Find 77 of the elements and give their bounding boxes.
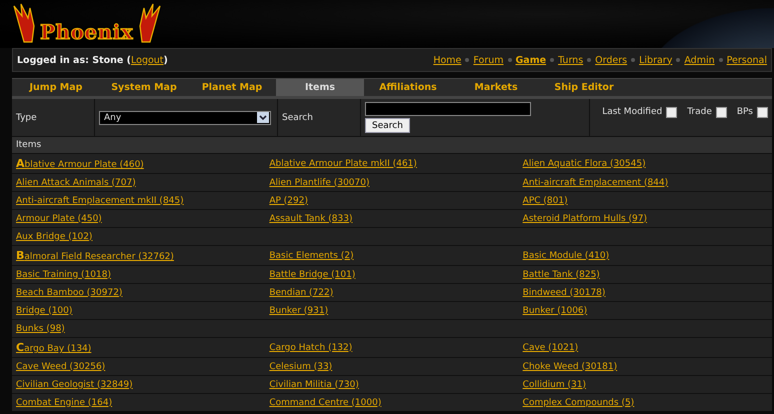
separator-dot: [676, 58, 680, 62]
item-link[interactable]: Alien Attack Animals (707): [16, 178, 136, 188]
logout-link[interactable]: Logout: [131, 54, 164, 66]
item-link[interactable]: Cargo Hatch (132): [269, 342, 352, 352]
item-link[interactable]: Celesium (33): [269, 362, 332, 372]
item-link[interactable]: Battle Tank (825): [522, 270, 600, 280]
search-field[interactable]: [365, 102, 531, 116]
item-link[interactable]: Bunks (98): [16, 324, 65, 334]
item-link[interactable]: Aux Bridge (102): [16, 232, 92, 242]
item-link[interactable]: Basic Training (1018): [16, 270, 111, 280]
checkbox[interactable]: [716, 107, 727, 118]
item-link[interactable]: Bindweed (30178): [522, 288, 606, 298]
separator-dot: [718, 58, 723, 62]
tab[interactable]: Ship Editor: [540, 79, 628, 96]
wings-icon: [12, 2, 162, 44]
item-link[interactable]: Bunker (1006): [522, 306, 588, 316]
item-link[interactable]: Civilian Geologist (32849): [16, 380, 133, 390]
checkbox[interactable]: [666, 107, 678, 118]
item-link[interactable]: AP (292): [269, 196, 308, 206]
type-dropdown[interactable]: Any: [99, 110, 271, 124]
item-link[interactable]: Balmoral Field Researcher (32762): [16, 252, 174, 262]
item-link[interactable]: Cave Weed (30256): [16, 362, 106, 372]
item-link[interactable]: Alien Plantlife (30070): [269, 178, 370, 188]
type-label: Type: [16, 112, 37, 122]
separator-dot: [631, 58, 636, 62]
table-heading: Items: [16, 140, 42, 150]
item-link[interactable]: APC (801): [522, 196, 568, 206]
dropdown-arrow-icon: [257, 112, 269, 123]
nav-link[interactable]: Admin: [684, 54, 715, 66]
item-link[interactable]: Battle Bridge (101): [269, 270, 356, 280]
tab[interactable]: Planet Map: [188, 79, 276, 96]
item-link[interactable]: Beach Bamboo (30972): [16, 288, 122, 298]
item-link[interactable]: Armour Plate (450): [16, 214, 102, 224]
item-link[interactable]: Bunker (931): [269, 306, 328, 316]
separator-dot: [508, 58, 512, 62]
logo-text: Phoenix: [40, 20, 134, 44]
nav-link[interactable]: Game: [516, 54, 546, 66]
item-link[interactable]: Ablative Armour Plate (460): [16, 160, 144, 170]
item-link[interactable]: Combat Engine (164): [16, 398, 112, 408]
nav-link[interactable]: Home: [433, 54, 462, 66]
item-link[interactable]: Bridge (100): [16, 306, 72, 316]
item-link[interactable]: Asteroid Platform Hulls (97): [522, 214, 647, 224]
item-link[interactable]: Cave (1021): [522, 342, 578, 352]
item-link[interactable]: Anti-aircraft Emplacement mkII (845): [16, 196, 184, 206]
login-status: Logged in as: Stone (Logout): [17, 54, 168, 66]
nav-link[interactable]: Library: [639, 54, 672, 66]
nav-link[interactable]: Forum: [473, 54, 504, 66]
separator-dot: [587, 58, 592, 62]
item-link[interactable]: Assault Tank (833): [269, 214, 352, 224]
item-link[interactable]: Complex Compounds (5): [522, 398, 634, 408]
tab[interactable]: Items: [276, 79, 364, 96]
item-link[interactable]: Ablative Armour Plate mkII (461): [269, 158, 417, 168]
item-link[interactable]: Choke Weed (30181): [522, 362, 618, 372]
search-button[interactable]: Search: [365, 118, 410, 133]
checkbox-label: Trade: [687, 107, 712, 117]
nav-link[interactable]: Orders: [595, 54, 628, 66]
item-link[interactable]: Basic Elements (2): [269, 250, 354, 260]
checkbox[interactable]: [757, 107, 768, 118]
checkbox-label: BPs: [736, 107, 753, 117]
item-link[interactable]: Collidium (31): [522, 380, 586, 390]
search-label: Search: [282, 112, 313, 122]
item-link[interactable]: Civilian Militia (730): [269, 380, 359, 390]
tab[interactable]: Markets: [452, 79, 540, 96]
item-link[interactable]: Bendian (722): [269, 288, 334, 298]
item-link[interactable]: Cargo Bay (134): [16, 344, 92, 354]
nav-link[interactable]: Personal: [726, 54, 767, 66]
separator-dot: [465, 58, 470, 62]
item-link[interactable]: Command Centre (1000): [269, 398, 382, 408]
tab[interactable]: System Map: [100, 79, 188, 96]
separator-dot: [550, 58, 554, 62]
item-link[interactable]: Anti-aircraft Emplacement (844): [522, 178, 668, 188]
item-link[interactable]: Basic Module (410): [522, 250, 610, 260]
tab[interactable]: Jump Map: [12, 79, 100, 96]
checkbox-label: Last Modified: [602, 107, 662, 117]
tab[interactable]: Affiliations: [364, 79, 452, 96]
item-link[interactable]: Alien Aquatic Flora (30545): [522, 158, 646, 168]
nav-link[interactable]: Turns: [558, 54, 584, 66]
